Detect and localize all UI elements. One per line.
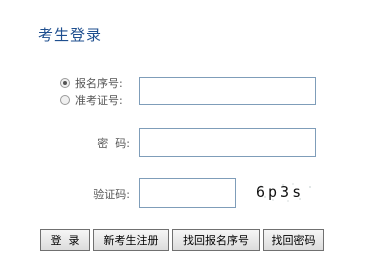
captcha-image[interactable]: 6p3s — [253, 180, 317, 204]
login-panel: 考生登录 报名序号: 准考证号: 密 码: 验证码: 6p3s 登 录 新考生注… — [0, 0, 367, 280]
password-input[interactable] — [139, 128, 316, 157]
login-button[interactable]: 登 录 — [40, 229, 90, 251]
login-type-label-exam-no: 准考证号: — [75, 93, 123, 107]
captcha-input[interactable] — [139, 178, 236, 208]
id-number-input[interactable] — [139, 77, 316, 105]
find-reg-no-button[interactable]: 找回报名序号 — [172, 229, 260, 251]
password-label: 密 码: — [97, 137, 130, 150]
find-password-button[interactable]: 找回密码 — [263, 229, 324, 251]
captcha-label: 验证码: — [93, 188, 130, 201]
login-type-option-reg-no[interactable]: 报名序号: — [60, 74, 140, 91]
action-button-bar: 登 录 新考生注册 找回报名序号 找回密码 — [40, 229, 324, 251]
register-button[interactable]: 新考生注册 — [93, 229, 169, 251]
login-type-option-exam-no[interactable]: 准考证号: — [60, 91, 140, 108]
captcha-text: 6p3s — [256, 183, 304, 201]
page-title: 考生登录 — [38, 26, 103, 44]
radio-button-reg-no[interactable] — [60, 77, 70, 88]
radio-button-exam-no[interactable] — [60, 94, 70, 105]
login-type-label-reg-no: 报名序号: — [75, 76, 123, 90]
login-type-selector: 报名序号: 准考证号: — [60, 74, 140, 108]
